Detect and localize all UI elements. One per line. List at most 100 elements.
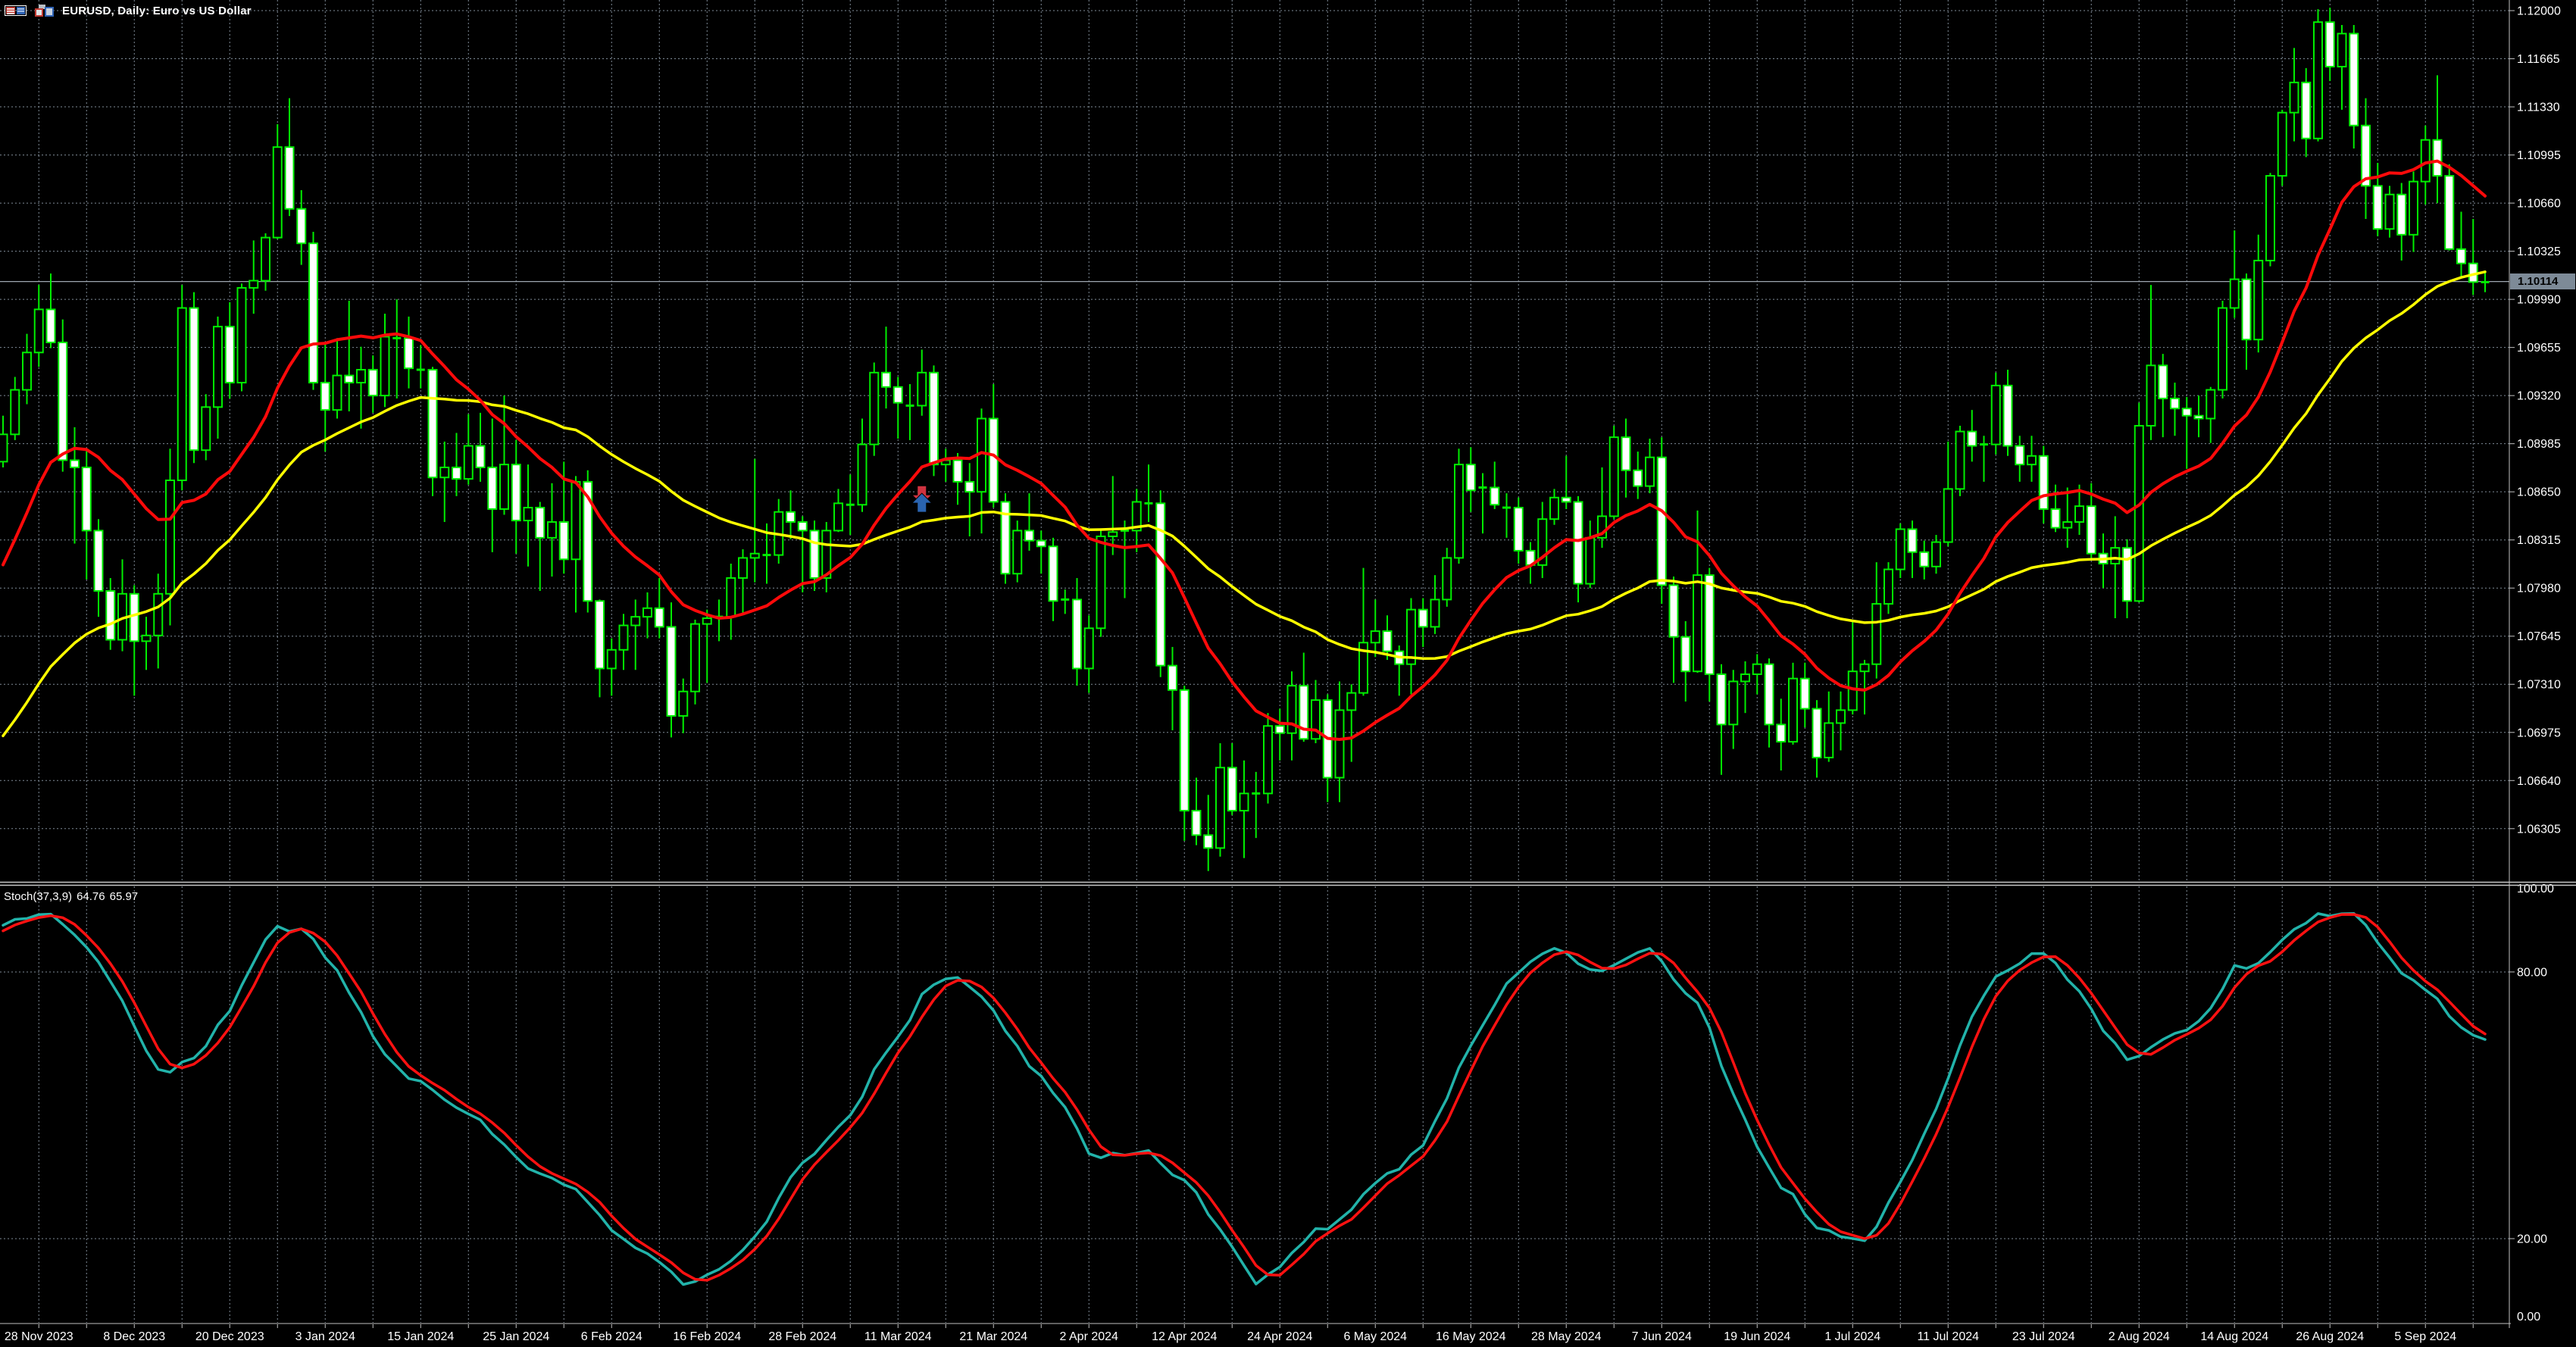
bull-candle	[834, 503, 843, 530]
date-axis-label: 19 Jun 2024	[1724, 1330, 1790, 1343]
chart-title: EURUSD, Daily: Euro vs US Dollar	[62, 5, 252, 17]
bull-candle	[643, 608, 652, 617]
bear-candle	[1193, 811, 1201, 835]
bear-candle	[1228, 767, 1236, 811]
stoch-axis-label: 80.00	[2517, 966, 2547, 979]
bear-candle	[2457, 249, 2465, 264]
bear-candle	[1765, 664, 1774, 725]
bull-candle	[548, 522, 556, 538]
bull-candle	[739, 558, 747, 578]
bear-candle	[345, 376, 353, 383]
bull-candle	[1443, 558, 1451, 599]
bull-candle	[2254, 261, 2262, 339]
bull-candle	[381, 336, 389, 395]
axis-frame	[0, 0, 2511, 1328]
bull-candle	[1944, 489, 1952, 542]
date-axis-label: 28 Nov 2023	[5, 1330, 73, 1343]
bull-candle	[249, 280, 258, 287]
bear-candle	[2445, 176, 2453, 249]
bull-candle	[2063, 522, 2071, 528]
price-axis-label: 1.08315	[2517, 534, 2561, 547]
bear-candle	[130, 594, 139, 642]
bear-candle	[560, 522, 568, 559]
bull-candle	[500, 464, 508, 509]
bull-candle	[1872, 604, 1880, 664]
bear-candle	[297, 209, 305, 244]
price-chart-canvas[interactable]: 1.120001.116651.113301.109951.106601.103…	[0, 0, 2576, 1347]
date-axis-label: 11 Jul 2024	[1917, 1330, 1979, 1343]
vertical-gridlines	[39, 0, 2473, 1328]
ma-fast-line	[3, 161, 2485, 739]
bull-candle	[1371, 631, 1380, 642]
date-axis-label: 16 May 2024	[1436, 1330, 1506, 1343]
price-axis-label: 1.07645	[2517, 630, 2561, 643]
price-axis-label: 1.09320	[2517, 390, 2561, 403]
date-axis-label: 11 Mar 2024	[864, 1330, 932, 1343]
date-axis-label: 12 Apr 2024	[1152, 1330, 1217, 1343]
moving-averages-layer	[3, 161, 2485, 739]
bull-candle	[1347, 693, 1355, 711]
bear-candle	[369, 370, 377, 395]
bear-candle	[882, 373, 890, 387]
date-axis-label: 14 Aug 2024	[2200, 1330, 2268, 1343]
bear-candle	[1777, 724, 1785, 742]
bear-candle	[2004, 386, 2012, 446]
bull-candle	[1789, 679, 1797, 742]
bear-candle	[1968, 432, 1976, 446]
price-axis-label: 1.11665	[2517, 53, 2560, 66]
pane-separators[interactable]	[0, 883, 2576, 886]
bear-candle	[1515, 508, 1523, 551]
price-axis-label: 1.06640	[2517, 775, 2561, 788]
bull-candle	[1861, 664, 1869, 671]
bull-candle	[2075, 506, 2084, 522]
bull-candle	[1884, 570, 1893, 605]
bull-candle	[1729, 681, 1737, 724]
terminal-chart-window: 1.120001.116651.113301.109951.106601.103…	[0, 0, 2576, 1347]
bear-candle	[2326, 22, 2334, 67]
date-axis-label: 3 Jan 2024	[295, 1330, 355, 1343]
bull-candle	[691, 624, 699, 692]
date-axis-label: 23 Jul 2024	[2012, 1330, 2075, 1343]
bear-candle	[1681, 637, 1690, 672]
date-axis-label: 21 Mar 2024	[959, 1330, 1027, 1343]
bear-candle	[2123, 548, 2131, 601]
chart-window-icon	[33, 4, 56, 17]
date-axis-label: 24 Apr 2024	[1247, 1330, 1312, 1343]
bull-candle	[1216, 767, 1224, 848]
bull-candle	[2266, 176, 2274, 261]
price-axis-label: 1.08650	[2517, 486, 2561, 499]
bull-candle	[154, 594, 162, 636]
bull-candle	[2338, 33, 2346, 67]
bull-candle	[572, 482, 580, 559]
bull-candle	[1849, 671, 1857, 710]
bear-candle	[429, 370, 437, 477]
bear-candle	[799, 522, 807, 530]
bear-candle	[2397, 195, 2406, 235]
bull-candle	[1264, 726, 1272, 793]
bear-candle	[47, 309, 55, 342]
bear-candle	[477, 446, 485, 467]
bull-candle	[166, 480, 174, 594]
bear-candle	[2171, 398, 2179, 408]
bull-candle	[1824, 723, 1833, 758]
bear-candle	[1909, 529, 1917, 552]
date-axis-label: 8 Dec 2023	[103, 1330, 165, 1343]
bear-candle	[667, 627, 676, 716]
bear-candle	[1467, 464, 1475, 490]
price-axis-label: 1.10325	[2517, 245, 2561, 258]
bull-candle	[1431, 599, 1440, 627]
stoch-axis-label: 100.00	[2517, 883, 2554, 895]
bull-candle	[1932, 542, 1940, 567]
trade-markers-layer[interactable]	[912, 486, 932, 512]
date-axis-labels: 28 Nov 20238 Dec 202320 Dec 20233 Jan 20…	[5, 1330, 2456, 1343]
bull-candle	[202, 407, 210, 450]
bull-candle	[1550, 498, 1558, 519]
bear-candle	[1490, 487, 1499, 505]
bear-candle	[1168, 666, 1177, 690]
bull-candle	[1085, 628, 1093, 668]
bear-candle	[965, 482, 974, 492]
bull-candle	[2111, 548, 2119, 564]
date-axis-label: 28 Feb 2024	[768, 1330, 836, 1343]
bull-candle	[2135, 426, 2143, 601]
candles-layer	[0, 8, 2490, 870]
